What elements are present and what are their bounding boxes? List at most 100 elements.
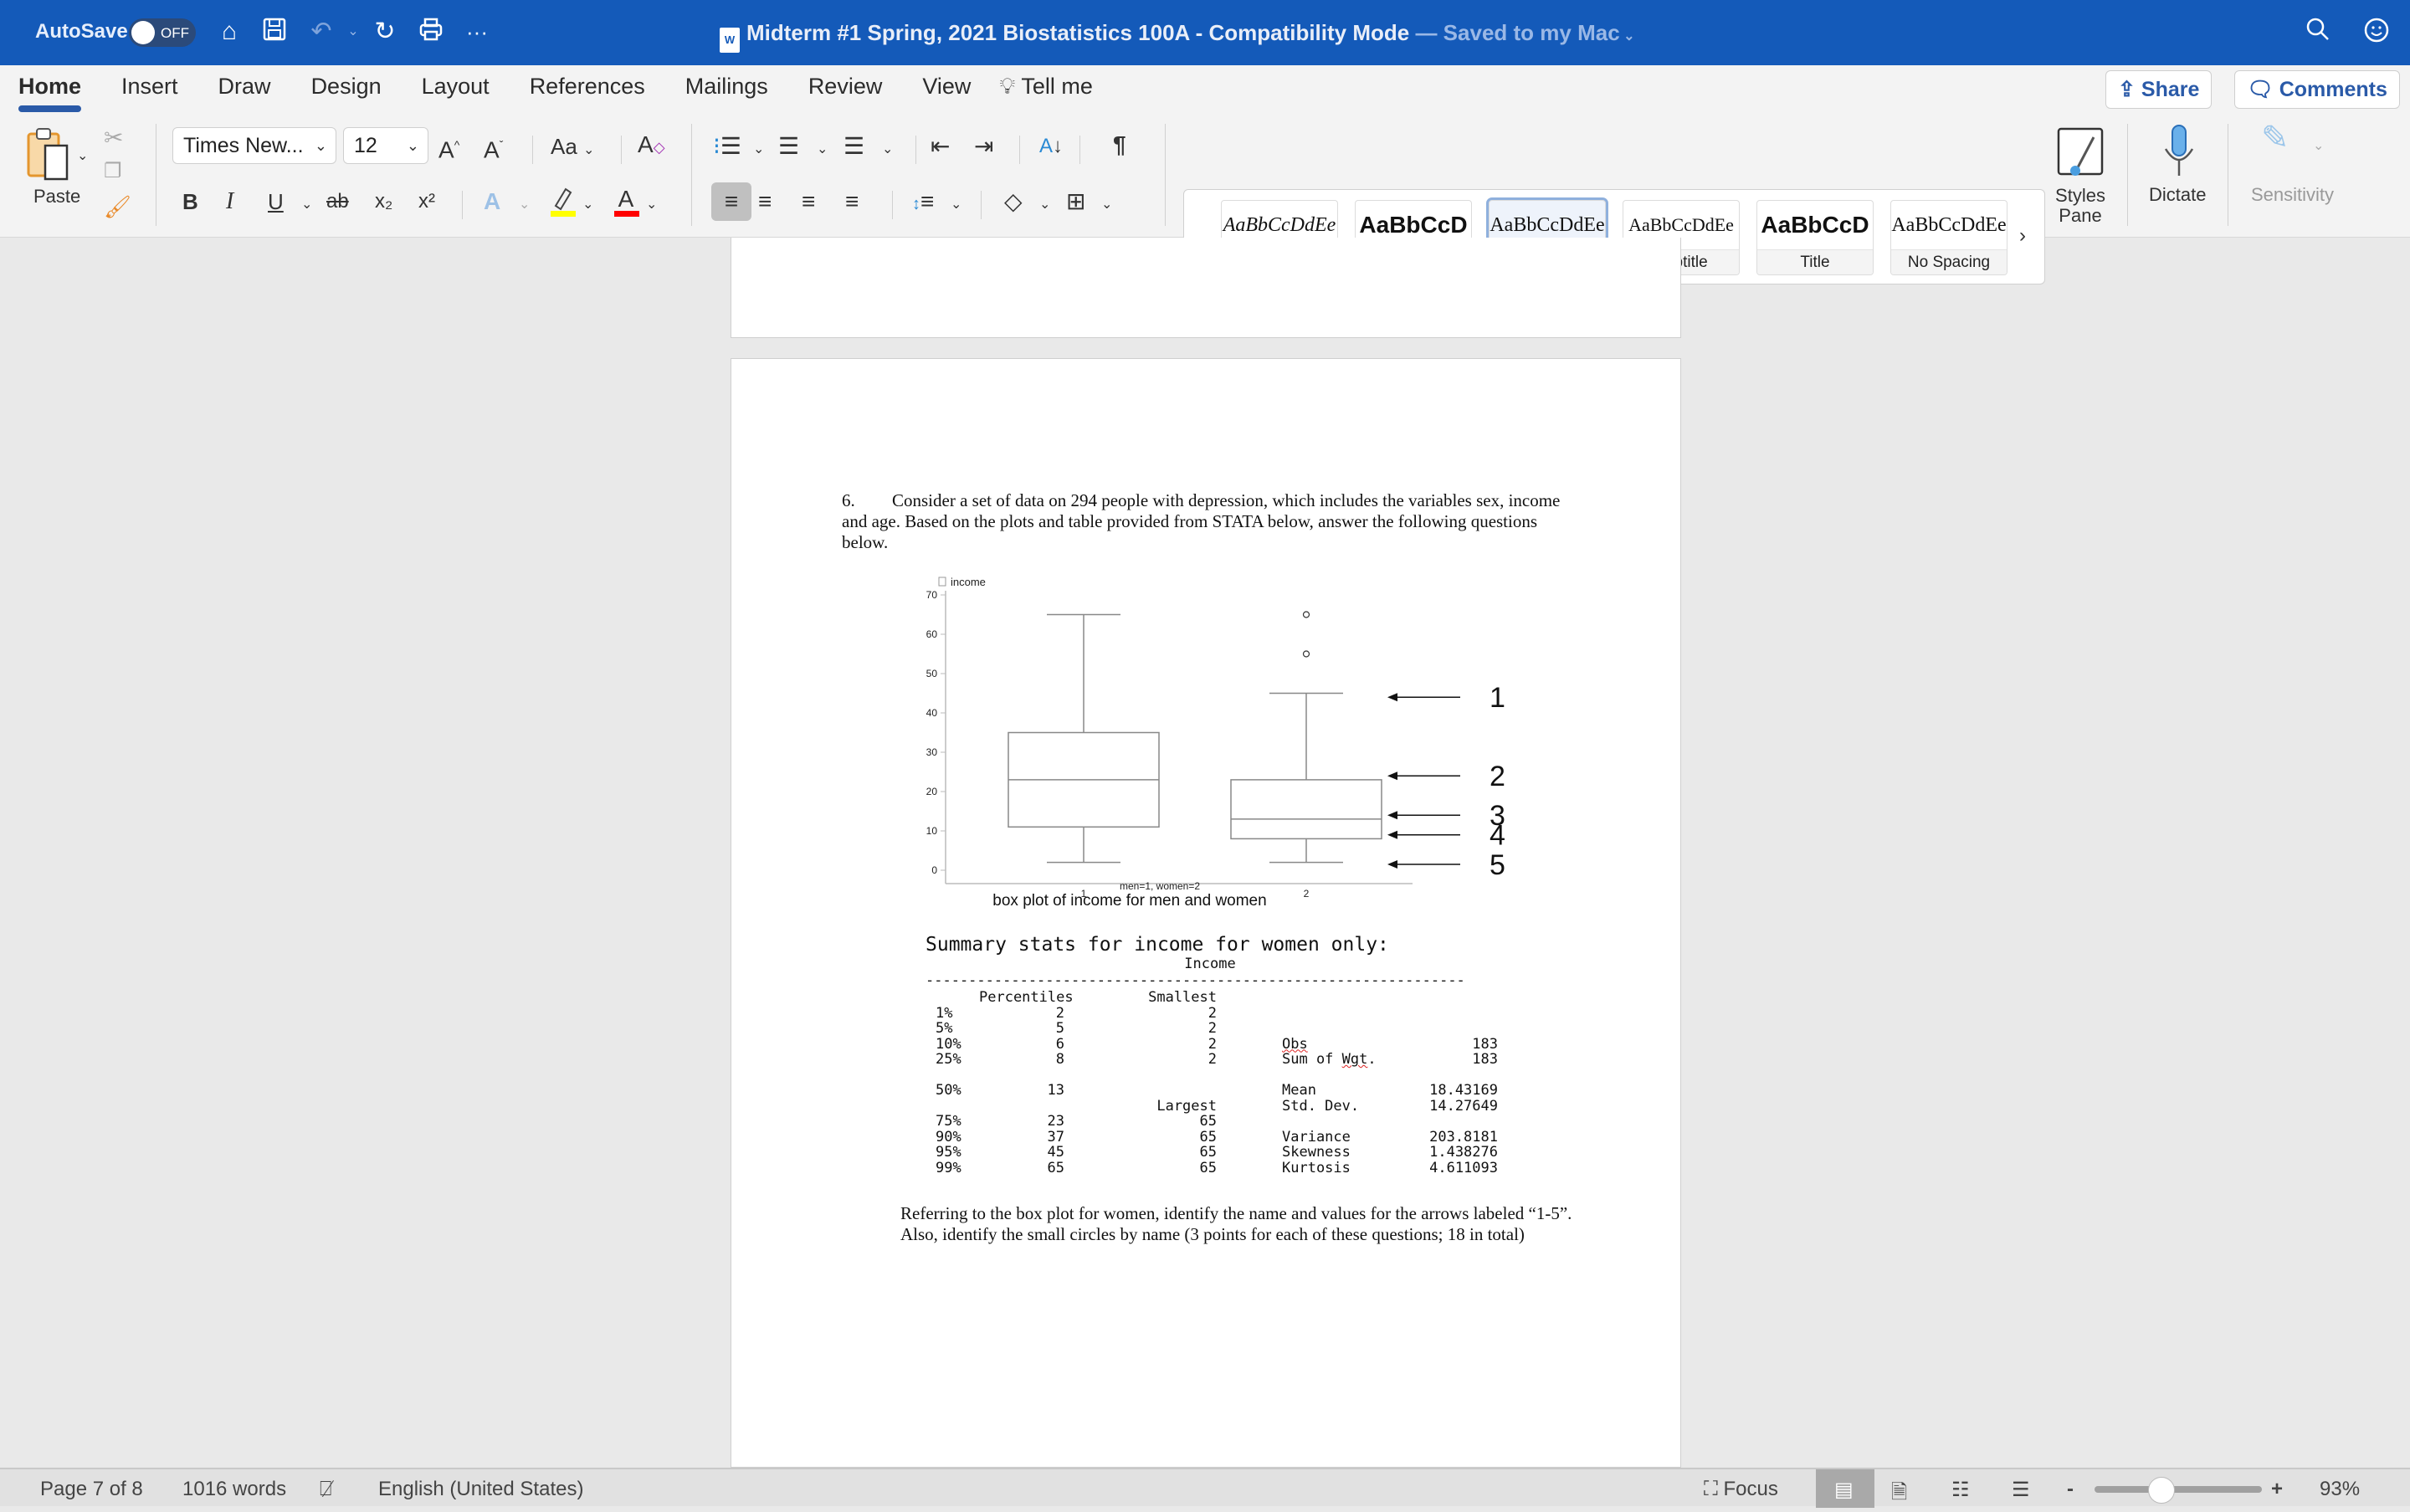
bold-button[interactable]: B bbox=[182, 187, 198, 216]
format-painter-icon[interactable]: 🖌︎ bbox=[104, 192, 131, 221]
tab-references[interactable]: References bbox=[530, 74, 645, 112]
divider bbox=[1019, 136, 1020, 164]
sort-icon[interactable]: A↓ bbox=[1039, 132, 1063, 161]
share-button[interactable]: ⇪ Share bbox=[2105, 70, 2213, 109]
style-no-spacing[interactable]: AaBbCcDdEe No Spacing bbox=[1890, 200, 2007, 275]
increase-indent-icon[interactable]: ⇥ bbox=[974, 132, 993, 161]
font-size-select[interactable]: 12 ⌄ bbox=[343, 127, 428, 164]
change-case-button[interactable]: Aa ⌄ bbox=[551, 132, 594, 165]
font-color-dropdown-icon[interactable]: ⌄ bbox=[646, 191, 657, 219]
x-axis-label: men=1, women=2 bbox=[1120, 880, 1200, 892]
language[interactable]: English (United States) bbox=[378, 1478, 583, 1501]
bullets-dropdown-icon[interactable]: ⌄ bbox=[753, 136, 764, 164]
zoom-in-button[interactable]: + bbox=[2271, 1478, 2283, 1501]
save-status[interactable]: — Saved to my Mac bbox=[1409, 20, 1619, 45]
web-layout-icon[interactable]: 🗎 bbox=[1891, 1478, 1907, 1512]
zoom-slider-handle[interactable] bbox=[2148, 1477, 2175, 1504]
arrow-head bbox=[1387, 811, 1397, 820]
subscript-button[interactable]: x₂ bbox=[375, 187, 392, 216]
tab-view[interactable]: View bbox=[922, 74, 971, 112]
shrink-font-icon[interactable]: Aˇ bbox=[484, 131, 503, 164]
sensitivity-dropdown-icon[interactable]: ⌄ bbox=[2313, 132, 2324, 161]
multilevel-dropdown-icon[interactable]: ⌄ bbox=[882, 136, 893, 164]
home-icon[interactable]: ⌂ bbox=[214, 17, 244, 47]
numbering-icon[interactable]: ☰ bbox=[778, 132, 799, 161]
autosave-toggle[interactable]: OFF bbox=[129, 18, 196, 47]
undo-dropdown-icon[interactable]: ⌄ bbox=[338, 17, 368, 47]
proofing-icon[interactable]: ⎕̸ bbox=[320, 1478, 331, 1501]
underline-button[interactable]: U bbox=[268, 187, 284, 216]
smiley-feedback-icon[interactable] bbox=[2361, 17, 2392, 47]
cut-icon[interactable]: ✂ bbox=[104, 124, 123, 152]
page-count[interactable]: Page 7 of 8 bbox=[40, 1478, 143, 1501]
sensitivity-label: Sensitivity bbox=[2251, 184, 2335, 205]
bullets-icon[interactable]: ⁝☰ bbox=[713, 132, 741, 161]
tab-mailings[interactable]: Mailings bbox=[685, 74, 768, 112]
clear-formatting-icon[interactable]: A◇ bbox=[638, 131, 665, 161]
shading-dropdown-icon[interactable]: ⌄ bbox=[1039, 191, 1050, 219]
grow-font-icon[interactable]: A^ bbox=[438, 131, 459, 164]
more-icon[interactable]: ··· bbox=[462, 17, 492, 47]
tab-insert[interactable]: Insert bbox=[121, 74, 178, 112]
underline-dropdown-icon[interactable]: ⌄ bbox=[301, 191, 312, 219]
stat-value: 18.43169 bbox=[1429, 1082, 1498, 1099]
style-title[interactable]: AaBbCcD Title bbox=[1756, 200, 1874, 275]
redo-icon[interactable]: ↻ bbox=[370, 17, 400, 47]
smallest-header: Smallest bbox=[1148, 989, 1217, 1006]
justify-button[interactable]: ≡ bbox=[845, 187, 859, 216]
strikethrough-button[interactable]: ab bbox=[326, 187, 349, 216]
search-icon[interactable] bbox=[2303, 17, 2333, 47]
line-spacing-icon[interactable]: ↕≡ bbox=[912, 187, 934, 218]
paste-icon[interactable] bbox=[25, 127, 72, 187]
zoom-level[interactable]: 93% bbox=[2320, 1478, 2360, 1501]
align-left-button[interactable]: ≡ bbox=[711, 182, 751, 221]
box-plot-chart: income 0 10 20 30 40 50 60 70 1 2 1 2 345 men=1, w… bbox=[926, 576, 1505, 910]
styles-pane-icon[interactable] bbox=[2055, 126, 2105, 186]
copy-icon[interactable]: ❐ bbox=[104, 157, 122, 186]
highlight-color-button[interactable] bbox=[547, 184, 577, 224]
tab-layout[interactable]: Layout bbox=[422, 74, 490, 112]
change-case-label: Aa bbox=[551, 134, 577, 159]
comments-button[interactable]: 🗨︎ Comments bbox=[2234, 70, 2400, 109]
font-name-value: Times New... bbox=[183, 134, 304, 157]
print-icon[interactable] bbox=[416, 17, 446, 47]
shading-icon[interactable]: ◇ bbox=[1004, 187, 1023, 216]
gallery-more-chevron-icon[interactable]: › bbox=[2019, 222, 2026, 250]
italic-button[interactable]: I bbox=[226, 187, 233, 216]
save-icon[interactable] bbox=[259, 17, 290, 47]
tab-draw[interactable]: Draw bbox=[218, 74, 271, 112]
outline-view-icon[interactable]: ☷ bbox=[1951, 1478, 1970, 1502]
zoom-slider[interactable] bbox=[2095, 1486, 2262, 1493]
text-effects-dropdown-icon[interactable]: ⌄ bbox=[519, 191, 530, 219]
percentile-value: 2 bbox=[1055, 1004, 1064, 1022]
sensitivity-icon[interactable]: ✎ bbox=[2261, 121, 2290, 155]
superscript-button[interactable]: x² bbox=[418, 187, 435, 216]
undo-icon[interactable]: ↶ bbox=[306, 17, 336, 47]
text-effects-icon[interactable]: A bbox=[484, 187, 500, 216]
microphone-icon[interactable] bbox=[2162, 124, 2196, 186]
tab-tell-me[interactable]: 💡︎ Tell me bbox=[999, 74, 1092, 112]
font-color-button[interactable]: A bbox=[611, 184, 641, 224]
show-formatting-marks-icon[interactable]: ¶ bbox=[1113, 131, 1126, 159]
borders-icon[interactable]: ⊞ bbox=[1066, 187, 1085, 216]
numbering-dropdown-icon[interactable]: ⌄ bbox=[817, 136, 828, 164]
borders-dropdown-icon[interactable]: ⌄ bbox=[1101, 191, 1112, 219]
tab-review[interactable]: Review bbox=[808, 74, 883, 112]
align-center-button[interactable]: ≡ bbox=[758, 187, 772, 216]
highlight-dropdown-icon[interactable]: ⌄ bbox=[582, 191, 593, 219]
y-tick-label: 0 bbox=[931, 864, 937, 876]
draft-view-icon[interactable]: ☰ bbox=[2012, 1478, 2030, 1502]
line-spacing-dropdown-icon[interactable]: ⌄ bbox=[951, 191, 961, 219]
tab-home[interactable]: Home bbox=[18, 74, 82, 112]
zoom-out-button[interactable]: - bbox=[2067, 1478, 2074, 1501]
decrease-indent-icon[interactable]: ⇤ bbox=[931, 132, 950, 161]
multilevel-list-icon[interactable]: ☰ bbox=[844, 132, 864, 161]
word-count[interactable]: 1016 words bbox=[182, 1478, 286, 1501]
tab-design[interactable]: Design bbox=[311, 74, 382, 112]
stat-value: 183 bbox=[1472, 1051, 1498, 1068]
paste-dropdown-icon[interactable]: ⌄ bbox=[77, 142, 88, 171]
font-name-select[interactable]: Times New... ⌄ bbox=[172, 127, 336, 164]
align-right-button[interactable]: ≡ bbox=[802, 187, 815, 216]
chevron-down-icon[interactable]: ⌄ bbox=[1620, 29, 1634, 44]
focus-button[interactable]: ⛶ Focus bbox=[1704, 1478, 1778, 1501]
